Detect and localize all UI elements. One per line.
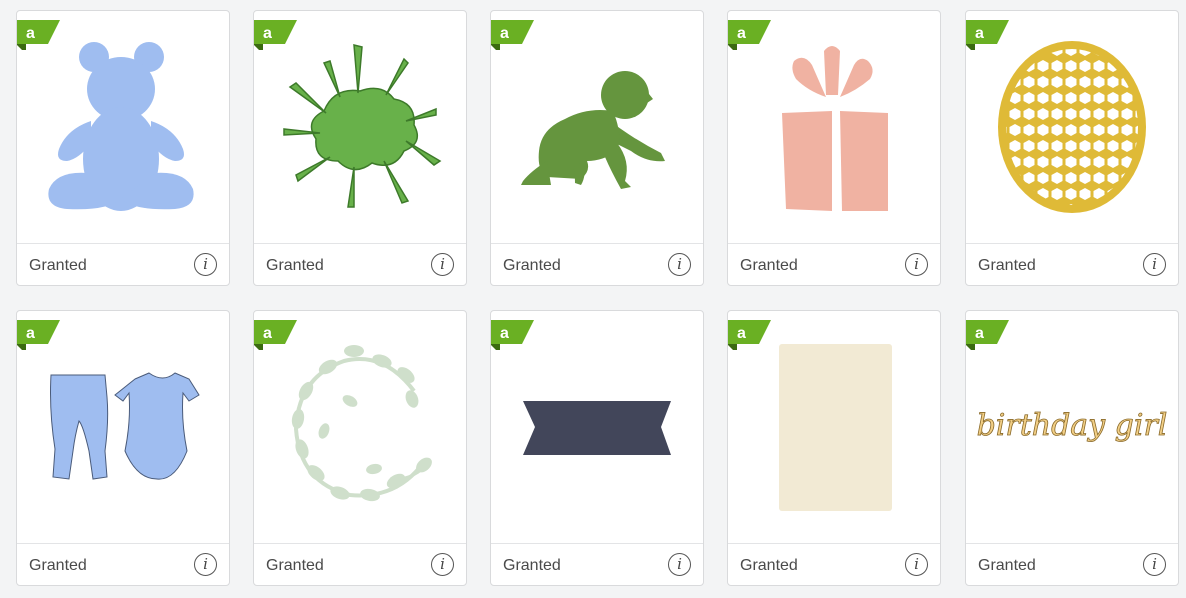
- access-badge-icon: a: [254, 320, 297, 350]
- image-card[interactable]: birthday girl a Granted i: [965, 310, 1179, 586]
- info-icon[interactable]: i: [194, 553, 217, 576]
- status-label: Granted: [740, 257, 798, 274]
- access-badge-icon: a: [491, 320, 534, 350]
- svg-text:a: a: [26, 325, 35, 342]
- access-badge-icon: a: [966, 20, 1009, 50]
- info-icon[interactable]: i: [431, 253, 454, 276]
- access-badge-icon: a: [728, 20, 771, 50]
- card-footer: Granted i: [491, 243, 703, 285]
- info-icon[interactable]: i: [194, 253, 217, 276]
- svg-text:a: a: [737, 25, 746, 42]
- card-footer: Granted i: [17, 543, 229, 585]
- card-thumbnail[interactable]: a: [728, 311, 940, 543]
- status-label: Granted: [978, 257, 1036, 274]
- card-thumbnail[interactable]: a: [491, 311, 703, 543]
- status-label: Granted: [978, 557, 1036, 574]
- access-badge-icon: a: [966, 320, 1009, 350]
- status-label: Granted: [503, 257, 561, 274]
- image-grid: a Granted i a Granted i a Granted i a Gr…: [0, 0, 1186, 598]
- info-icon[interactable]: i: [431, 553, 454, 576]
- image-card[interactable]: a Granted i: [253, 310, 467, 586]
- access-badge-icon: a: [254, 20, 297, 50]
- svg-text:a: a: [737, 325, 746, 342]
- card-footer: Granted i: [728, 543, 940, 585]
- card-footer: Granted i: [254, 543, 466, 585]
- info-icon[interactable]: i: [905, 553, 928, 576]
- image-card[interactable]: a Granted i: [490, 310, 704, 586]
- image-card[interactable]: a Granted i: [965, 10, 1179, 286]
- card-thumbnail[interactable]: a: [254, 11, 466, 243]
- card-thumbnail[interactable]: a: [491, 11, 703, 243]
- card-thumbnail[interactable]: birthday girl a: [966, 311, 1178, 543]
- image-card[interactable]: a Granted i: [16, 310, 230, 586]
- svg-text:a: a: [263, 25, 272, 42]
- birthday-girl-art-text: birthday girl: [977, 408, 1168, 443]
- image-card[interactable]: a Granted i: [16, 10, 230, 286]
- card-footer: Granted i: [728, 243, 940, 285]
- card-footer: Granted i: [17, 243, 229, 285]
- info-icon[interactable]: i: [668, 253, 691, 276]
- status-label: Granted: [266, 257, 324, 274]
- info-icon[interactable]: i: [1143, 253, 1166, 276]
- access-badge-icon: a: [17, 20, 60, 50]
- card-thumbnail[interactable]: a: [254, 311, 466, 543]
- info-icon[interactable]: i: [668, 553, 691, 576]
- status-label: Granted: [29, 257, 87, 274]
- svg-text:a: a: [26, 25, 35, 42]
- svg-text:a: a: [263, 325, 272, 342]
- svg-text:a: a: [975, 25, 984, 42]
- card-thumbnail[interactable]: a: [17, 311, 229, 543]
- access-badge-icon: a: [728, 320, 771, 350]
- card-footer: Granted i: [966, 243, 1178, 285]
- card-footer: Granted i: [491, 543, 703, 585]
- status-label: Granted: [740, 557, 798, 574]
- svg-text:a: a: [975, 325, 984, 342]
- image-card[interactable]: a Granted i: [727, 10, 941, 286]
- card-thumbnail[interactable]: a: [966, 11, 1178, 243]
- status-label: Granted: [266, 557, 324, 574]
- info-icon[interactable]: i: [1143, 553, 1166, 576]
- access-badge-icon: a: [491, 20, 534, 50]
- status-label: Granted: [503, 557, 561, 574]
- card-thumbnail[interactable]: a: [728, 11, 940, 243]
- status-label: Granted: [29, 557, 87, 574]
- svg-text:a: a: [500, 325, 509, 342]
- image-card[interactable]: a Granted i: [490, 10, 704, 286]
- info-icon[interactable]: i: [905, 253, 928, 276]
- card-footer: Granted i: [254, 243, 466, 285]
- svg-text:a: a: [500, 25, 509, 42]
- image-card[interactable]: a Granted i: [253, 10, 467, 286]
- card-thumbnail[interactable]: a: [17, 11, 229, 243]
- image-card[interactable]: a Granted i: [727, 310, 941, 586]
- access-badge-icon: a: [17, 320, 60, 350]
- card-footer: Granted i: [966, 543, 1178, 585]
